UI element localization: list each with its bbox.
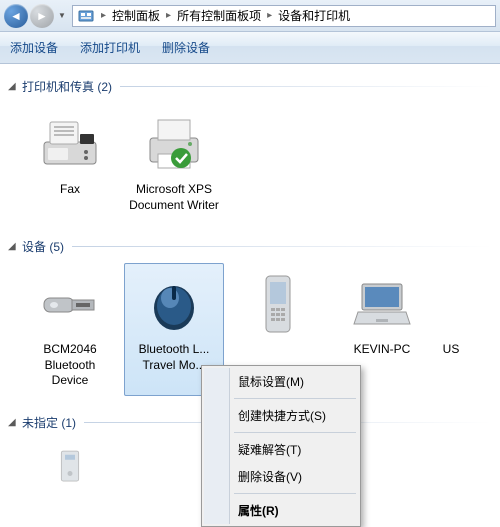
control-panel-icon — [77, 7, 95, 25]
breadcrumb-item[interactable]: 设备和打印机 — [274, 7, 354, 24]
breadcrumb-item[interactable]: 所有控制面板项 — [173, 7, 265, 24]
chevron-right-icon: ▸ — [267, 10, 272, 21]
add-device-button[interactable]: 添加设备 — [10, 39, 58, 56]
fax-icon — [36, 110, 104, 178]
device-item-partial[interactable]: US — [436, 263, 466, 396]
breadcrumb: ▸ 控制面板 ▸ 所有控制面板项 ▸ 设备和打印机 — [72, 5, 496, 27]
device-label: Fax — [25, 182, 115, 198]
mouse-icon — [140, 270, 208, 338]
menu-separator — [234, 493, 356, 494]
remove-device-button[interactable]: 删除设备 — [162, 39, 210, 56]
menu-separator — [234, 398, 356, 399]
section-title: 打印机和传真 (2) — [22, 78, 112, 95]
device-item-fax[interactable]: Fax — [20, 103, 120, 220]
section-title: 设备 (5) — [22, 238, 64, 255]
device-icon — [441, 270, 461, 338]
collapse-down-icon: ◢ — [8, 81, 18, 92]
menu-mouse-settings[interactable]: 鼠标设置(M) — [204, 368, 358, 395]
item-grid: Fax Microsoft XPS Document Writer — [8, 101, 492, 222]
context-menu: 鼠标设置(M) 创建快捷方式(S) 疑难解答(T) 删除设备(V) 属性(R) — [201, 365, 361, 527]
usb-dongle-icon — [36, 270, 104, 338]
breadcrumb-item[interactable]: 控制面板 — [108, 7, 164, 24]
chevron-right-icon: ▸ — [101, 10, 106, 21]
forward-button[interactable]: ► — [30, 4, 54, 28]
menu-separator — [234, 432, 356, 433]
toolbar: 添加设备 添加打印机 删除设备 — [0, 32, 500, 64]
back-button[interactable]: ◄ — [4, 4, 28, 28]
device-label: US — [441, 342, 461, 358]
device-label: Microsoft XPS Document Writer — [129, 182, 219, 213]
phone-icon — [244, 270, 312, 338]
laptop-icon — [348, 270, 416, 338]
collapse-down-icon: ◢ — [8, 241, 18, 252]
chevron-right-icon: ▸ — [166, 10, 171, 21]
printer-icon — [140, 110, 208, 178]
menu-remove-device[interactable]: 删除设备(V) — [204, 463, 358, 490]
add-printer-button[interactable]: 添加打印机 — [80, 39, 140, 56]
arrow-left-icon: ◄ — [10, 9, 22, 23]
menu-create-shortcut[interactable]: 创建快捷方式(S) — [204, 402, 358, 429]
device-label: BCM2046 Bluetooth Device — [25, 342, 115, 389]
section-header[interactable]: ◢ 设备 (5) — [8, 232, 492, 261]
section-printers: ◢ 打印机和传真 (2) Fax Microsoft XPS Document … — [8, 72, 492, 222]
menu-troubleshoot[interactable]: 疑难解答(T) — [204, 436, 358, 463]
collapse-down-icon: ◢ — [8, 417, 18, 428]
device-item-unspecified[interactable] — [20, 439, 120, 497]
navigation-bar: ◄ ► ▼ ▸ 控制面板 ▸ 所有控制面板项 ▸ 设备和打印机 — [0, 0, 500, 32]
device-item-xps[interactable]: Microsoft XPS Document Writer — [124, 103, 224, 220]
section-header[interactable]: ◢ 打印机和传真 (2) — [8, 72, 492, 101]
generic-device-icon — [36, 446, 104, 486]
section-title: 未指定 (1) — [22, 414, 76, 431]
device-label: KEVIN-PC — [337, 342, 427, 358]
history-dropdown[interactable]: ▼ — [56, 4, 68, 28]
device-item-bcm2046[interactable]: BCM2046 Bluetooth Device — [20, 263, 120, 396]
menu-properties[interactable]: 属性(R) — [204, 497, 358, 524]
arrow-right-icon: ► — [36, 9, 48, 23]
